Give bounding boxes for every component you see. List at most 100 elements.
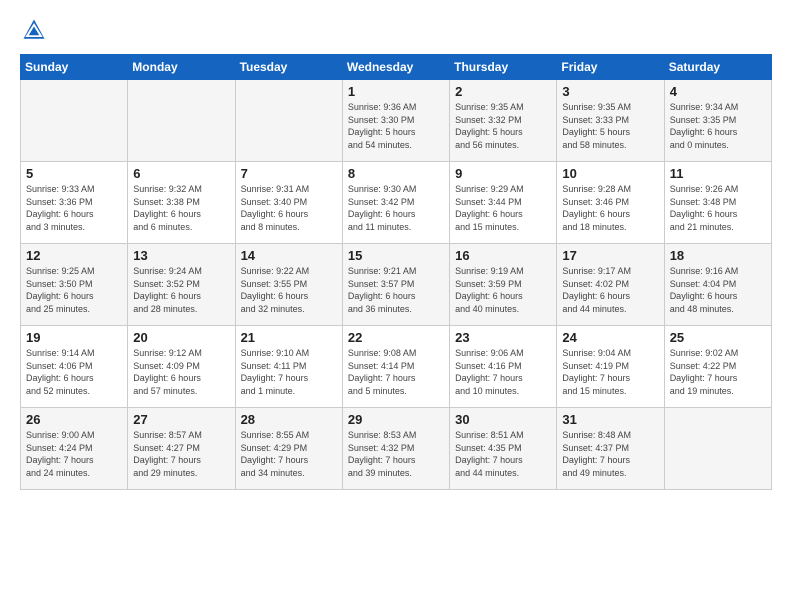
day-info: Sunrise: 9:17 AM Sunset: 4:02 PM Dayligh… xyxy=(562,265,658,315)
day-number: 6 xyxy=(133,166,229,181)
day-info: Sunrise: 8:48 AM Sunset: 4:37 PM Dayligh… xyxy=(562,429,658,479)
calendar-cell: 28 Sunrise: 8:55 AM Sunset: 4:29 PM Dayli… xyxy=(235,408,342,490)
day-number: 8 xyxy=(348,166,444,181)
calendar-week-row: 5Sunrise: 9:33 AM Sunset: 3:36 PM Daylig… xyxy=(21,162,772,244)
calendar-cell: 24 Sunrise: 9:04 AM Sunset: 4:19 PM Dayli… xyxy=(557,326,664,408)
day-number: 9 xyxy=(455,166,551,181)
day-info: Sunrise: 9:10 AM Sunset: 4:11 PM Dayligh… xyxy=(241,347,337,397)
calendar-cell: 4 Sunrise: 9:34 AM Sunset: 3:35 PM Daylig… xyxy=(664,80,771,162)
calendar-week-row: 26 Sunrise: 9:00 AM Sunset: 4:24 PM Dayli… xyxy=(21,408,772,490)
day-number: 17 xyxy=(562,248,658,263)
day-number: 1 xyxy=(348,84,444,99)
day-number: 3 xyxy=(562,84,658,99)
calendar-cell: 26 Sunrise: 9:00 AM Sunset: 4:24 PM Dayli… xyxy=(21,408,128,490)
logo-icon xyxy=(20,16,48,44)
day-number: 21 xyxy=(241,330,337,345)
day-info: Sunrise: 9:16 AM Sunset: 4:04 PM Dayligh… xyxy=(670,265,766,315)
calendar-week-row: 1Sunrise: 9:36 AM Sunset: 3:30 PM Daylig… xyxy=(21,80,772,162)
day-number: 11 xyxy=(670,166,766,181)
calendar-cell: 7Sunrise: 9:31 AM Sunset: 3:40 PM Daylig… xyxy=(235,162,342,244)
day-number: 23 xyxy=(455,330,551,345)
calendar-cell: 13Sunrise: 9:24 AM Sunset: 3:52 PM Dayli… xyxy=(128,244,235,326)
day-info: Sunrise: 8:55 AM Sunset: 4:29 PM Dayligh… xyxy=(241,429,337,479)
calendar-cell: 22 Sunrise: 9:08 AM Sunset: 4:14 PM Dayli… xyxy=(342,326,449,408)
day-info: Sunrise: 8:51 AM Sunset: 4:35 PM Dayligh… xyxy=(455,429,551,479)
day-number: 29 xyxy=(348,412,444,427)
day-info: Sunrise: 9:21 AM Sunset: 3:57 PM Dayligh… xyxy=(348,265,444,315)
calendar-cell: 8 Sunrise: 9:30 AM Sunset: 3:42 PM Daylig… xyxy=(342,162,449,244)
day-number: 4 xyxy=(670,84,766,99)
calendar-cell: 1Sunrise: 9:36 AM Sunset: 3:30 PM Daylig… xyxy=(342,80,449,162)
calendar-week-row: 19 Sunrise: 9:14 AM Sunset: 4:06 PM Dayli… xyxy=(21,326,772,408)
calendar-cell: 16Sunrise: 9:19 AM Sunset: 3:59 PM Dayli… xyxy=(450,244,557,326)
day-info: Sunrise: 9:30 AM Sunset: 3:42 PM Dayligh… xyxy=(348,183,444,233)
day-number: 13 xyxy=(133,248,229,263)
day-info: Sunrise: 8:53 AM Sunset: 4:32 PM Dayligh… xyxy=(348,429,444,479)
day-info: Sunrise: 9:26 AM Sunset: 3:48 PM Dayligh… xyxy=(670,183,766,233)
calendar-cell: 11 Sunrise: 9:26 AM Sunset: 3:48 PM Dayli… xyxy=(664,162,771,244)
calendar: SundayMondayTuesdayWednesdayThursdayFrid… xyxy=(20,54,772,490)
day-info: Sunrise: 9:02 AM Sunset: 4:22 PM Dayligh… xyxy=(670,347,766,397)
day-number: 20 xyxy=(133,330,229,345)
day-info: Sunrise: 9:19 AM Sunset: 3:59 PM Dayligh… xyxy=(455,265,551,315)
day-number: 31 xyxy=(562,412,658,427)
calendar-day-header: Friday xyxy=(557,55,664,80)
day-info: Sunrise: 9:04 AM Sunset: 4:19 PM Dayligh… xyxy=(562,347,658,397)
calendar-cell: 20 Sunrise: 9:12 AM Sunset: 4:09 PM Dayli… xyxy=(128,326,235,408)
day-number: 22 xyxy=(348,330,444,345)
day-number: 18 xyxy=(670,248,766,263)
day-number: 12 xyxy=(26,248,122,263)
header xyxy=(20,16,772,44)
calendar-header-row: SundayMondayTuesdayWednesdayThursdayFrid… xyxy=(21,55,772,80)
day-number: 2 xyxy=(455,84,551,99)
day-number: 30 xyxy=(455,412,551,427)
day-info: Sunrise: 9:29 AM Sunset: 3:44 PM Dayligh… xyxy=(455,183,551,233)
day-info: Sunrise: 9:31 AM Sunset: 3:40 PM Dayligh… xyxy=(241,183,337,233)
calendar-cell: 6 Sunrise: 9:32 AM Sunset: 3:38 PM Daylig… xyxy=(128,162,235,244)
day-info: Sunrise: 9:14 AM Sunset: 4:06 PM Dayligh… xyxy=(26,347,122,397)
day-info: Sunrise: 9:35 AM Sunset: 3:33 PM Dayligh… xyxy=(562,101,658,151)
page: SundayMondayTuesdayWednesdayThursdayFrid… xyxy=(0,0,792,612)
day-info: Sunrise: 9:35 AM Sunset: 3:32 PM Dayligh… xyxy=(455,101,551,151)
day-info: Sunrise: 9:34 AM Sunset: 3:35 PM Dayligh… xyxy=(670,101,766,151)
day-info: Sunrise: 8:57 AM Sunset: 4:27 PM Dayligh… xyxy=(133,429,229,479)
calendar-day-header: Wednesday xyxy=(342,55,449,80)
day-info: Sunrise: 9:25 AM Sunset: 3:50 PM Dayligh… xyxy=(26,265,122,315)
calendar-cell: 27 Sunrise: 8:57 AM Sunset: 4:27 PM Dayli… xyxy=(128,408,235,490)
day-info: Sunrise: 9:12 AM Sunset: 4:09 PM Dayligh… xyxy=(133,347,229,397)
calendar-cell xyxy=(235,80,342,162)
day-info: Sunrise: 9:22 AM Sunset: 3:55 PM Dayligh… xyxy=(241,265,337,315)
calendar-day-header: Saturday xyxy=(664,55,771,80)
day-number: 15 xyxy=(348,248,444,263)
day-number: 26 xyxy=(26,412,122,427)
day-number: 28 xyxy=(241,412,337,427)
calendar-cell: 15 Sunrise: 9:21 AM Sunset: 3:57 PM Dayli… xyxy=(342,244,449,326)
calendar-cell: 12 Sunrise: 9:25 AM Sunset: 3:50 PM Dayli… xyxy=(21,244,128,326)
calendar-cell: 14Sunrise: 9:22 AM Sunset: 3:55 PM Dayli… xyxy=(235,244,342,326)
calendar-cell: 25 Sunrise: 9:02 AM Sunset: 4:22 PM Dayli… xyxy=(664,326,771,408)
calendar-day-header: Tuesday xyxy=(235,55,342,80)
day-number: 19 xyxy=(26,330,122,345)
calendar-cell: 5Sunrise: 9:33 AM Sunset: 3:36 PM Daylig… xyxy=(21,162,128,244)
day-number: 25 xyxy=(670,330,766,345)
day-info: Sunrise: 9:08 AM Sunset: 4:14 PM Dayligh… xyxy=(348,347,444,397)
day-number: 27 xyxy=(133,412,229,427)
calendar-cell: 2 Sunrise: 9:35 AM Sunset: 3:32 PM Daylig… xyxy=(450,80,557,162)
calendar-cell: 18 Sunrise: 9:16 AM Sunset: 4:04 PM Dayli… xyxy=(664,244,771,326)
calendar-day-header: Sunday xyxy=(21,55,128,80)
calendar-cell: 3 Sunrise: 9:35 AM Sunset: 3:33 PM Daylig… xyxy=(557,80,664,162)
day-info: Sunrise: 9:00 AM Sunset: 4:24 PM Dayligh… xyxy=(26,429,122,479)
day-number: 24 xyxy=(562,330,658,345)
day-number: 5 xyxy=(26,166,122,181)
day-info: Sunrise: 9:06 AM Sunset: 4:16 PM Dayligh… xyxy=(455,347,551,397)
calendar-cell: 10Sunrise: 9:28 AM Sunset: 3:46 PM Dayli… xyxy=(557,162,664,244)
calendar-cell xyxy=(128,80,235,162)
day-info: Sunrise: 9:32 AM Sunset: 3:38 PM Dayligh… xyxy=(133,183,229,233)
calendar-cell: 21 Sunrise: 9:10 AM Sunset: 4:11 PM Dayli… xyxy=(235,326,342,408)
calendar-cell: 29 Sunrise: 8:53 AM Sunset: 4:32 PM Dayli… xyxy=(342,408,449,490)
calendar-cell: 19 Sunrise: 9:14 AM Sunset: 4:06 PM Dayli… xyxy=(21,326,128,408)
logo xyxy=(20,16,52,44)
calendar-cell: 23 Sunrise: 9:06 AM Sunset: 4:16 PM Dayli… xyxy=(450,326,557,408)
calendar-cell: 31 Sunrise: 8:48 AM Sunset: 4:37 PM Dayli… xyxy=(557,408,664,490)
day-info: Sunrise: 9:28 AM Sunset: 3:46 PM Dayligh… xyxy=(562,183,658,233)
